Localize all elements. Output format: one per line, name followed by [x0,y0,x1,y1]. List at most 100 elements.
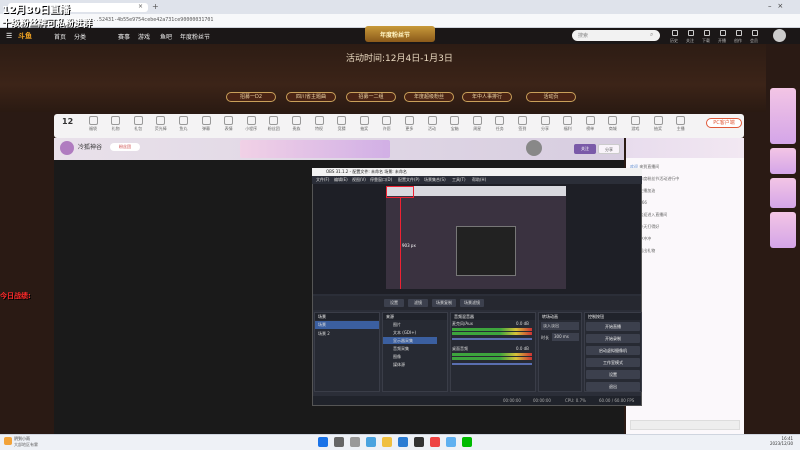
gift-item[interactable]: 许愿 [378,116,396,132]
settings-button[interactable]: 设置 [586,370,640,379]
gift-item[interactable]: 抽奖 [355,116,373,132]
nav-esports[interactable]: 赛事 [118,32,130,41]
obs-menu-dock[interactable]: 停靠窗口(D) [370,177,392,183]
banner-pill-1[interactable]: 招募一D2 [226,92,276,102]
gift-item[interactable]: 礼物 [107,116,125,132]
side-promo-1[interactable] [770,88,796,144]
search-input[interactable]: 搜索 [572,30,660,41]
source-item[interactable]: 音频采集 [383,345,437,352]
gift-item[interactable]: 小程序 [242,116,260,132]
tab-close-icon[interactable]: × [138,3,143,10]
transition-type-select[interactable]: 淡入淡出 [541,322,579,330]
obs-menu-scene-collection[interactable]: 场景集合(S) [424,177,446,183]
store-icon[interactable] [398,437,408,447]
share-button[interactable]: 分享 [598,144,620,154]
start-streaming-button[interactable]: 开始直播 [586,322,640,331]
obs-menu-file[interactable]: 文件(F) [316,177,329,183]
source-item[interactable]: 文本 (GDI+) [383,329,437,336]
gift-item[interactable]: 竞猜 [333,116,351,132]
gift-item[interactable]: 福袋 [84,116,102,132]
chat-input[interactable] [630,420,740,430]
mixer-fader-desktop[interactable] [452,363,532,365]
menu-icon[interactable]: ☰ [6,32,12,40]
gift-item[interactable]: 贵族 [287,116,305,132]
gift-item[interactable]: 商城 [604,116,622,132]
gift-item[interactable]: 宝箱 [446,116,464,132]
banner-pill-2[interactable]: 四川省主题曲 [286,92,336,102]
gift-item[interactable]: 抽奖 [649,116,667,132]
close-window-icon[interactable]: × [777,2,783,10]
transition-duration-input[interactable]: 300 ms [552,333,579,341]
banner-pill-3[interactable]: 招募一二组 [346,92,396,102]
vip-icon[interactable] [750,30,760,38]
gift-item[interactable]: 鱼丸 [174,116,192,132]
url-text[interactable]: ...52431-4b55e9754cebe42a731ce9000003170… [90,17,213,23]
source-item[interactable]: 图片 [383,321,437,328]
obs-scene-filter-button[interactable]: 场景滤镜 [460,299,484,307]
banner-pill-4[interactable]: 年度超级粉丝 [404,92,454,102]
gift-item[interactable]: 表情 [220,116,238,132]
broadcast-icon[interactable] [718,30,728,38]
search-icon[interactable]: ⌕ [650,31,653,39]
scene-item[interactable]: 场景 [315,321,379,329]
history-icon[interactable] [670,30,680,38]
source-item[interactable]: 显示器采集 [383,337,437,344]
new-tab-icon[interactable]: + [152,2,159,11]
pc-client-button[interactable]: PC客户端 [706,118,742,128]
streamer-avatar[interactable] [60,141,74,155]
nav-fan-festival[interactable]: 年度粉丝节 [180,32,210,41]
gift-item[interactable]: 活动 [423,116,441,132]
side-promo-2[interactable] [770,148,796,174]
studio-mode-button[interactable]: 工作室模式 [586,358,640,367]
gift-item[interactable]: 签到 [513,116,531,132]
banner-pill-5[interactable]: 年中人事排行 [462,92,512,102]
start-icon[interactable] [318,437,328,447]
virtual-camera-button[interactable]: 启动虚拟摄像机 [586,346,640,355]
obs-menu-help[interactable]: 帮助(H) [472,177,486,183]
obs-menu-tools[interactable]: 工具(T) [452,177,466,183]
side-promo-3[interactable] [770,178,796,208]
user-avatar[interactable] [773,29,786,42]
scene-item[interactable]: 场景 2 [315,330,379,338]
nav-games[interactable]: 游戏 [138,32,150,41]
gift-item[interactable]: 福利 [559,116,577,132]
gift-item[interactable]: 粉丝团 [265,116,283,132]
gift-item[interactable]: 更多 [400,116,418,132]
follow-button[interactable]: 关注 [574,144,596,154]
edge-icon[interactable] [366,437,376,447]
minimize-icon[interactable]: – [768,2,772,10]
exit-button[interactable]: 退出 [586,382,640,391]
obs-scene-dup-button[interactable]: 场景复制 [432,299,456,307]
chat-app-icon[interactable] [462,437,472,447]
obs-menu-edit[interactable]: 编辑(E) [334,177,348,183]
create-icon[interactable] [734,30,744,38]
obs-settings-button[interactable]: 设置 [384,299,404,307]
source-item[interactable]: 媒体源 [383,361,437,368]
nav-home[interactable]: 首页 [54,32,66,41]
search-taskbar-icon[interactable] [334,437,344,447]
taskbar-clock[interactable]: 16:41 2023/12/30 [770,436,793,446]
site-logo[interactable]: 斗鱼 [18,31,32,41]
obs-filters-button[interactable]: 滤镜 [408,299,428,307]
nav-category[interactable]: 分类 [74,32,86,41]
side-promo-4[interactable] [770,212,796,248]
mixer-fader-mic[interactable] [452,338,532,340]
obs-menu-view[interactable]: 视图(V) [352,177,366,183]
gift-item[interactable]: 游戏 [626,116,644,132]
obs-taskbar-icon[interactable] [414,437,424,447]
download-icon[interactable] [702,30,712,38]
weather-subtext[interactable]: 大部地区有雾 [14,442,38,448]
source-item[interactable]: 图像 [383,353,437,360]
browser-taskbar-icon[interactable] [430,437,440,447]
gift-item[interactable]: 任务 [491,116,509,132]
follow-icon[interactable] [686,30,696,38]
gift-item[interactable]: 荧光棒 [152,116,170,132]
task-view-icon[interactable] [350,437,360,447]
fan-badge[interactable]: 粉丝团 [110,143,140,151]
gift-item[interactable]: 弹幕 [197,116,215,132]
banner-pill-6[interactable]: 活动页 [526,92,576,102]
gift-item[interactable]: 主播 [672,116,690,132]
gift-item[interactable]: 周星 [468,116,486,132]
explorer-icon[interactable] [382,437,392,447]
promo-avatar[interactable] [526,140,542,156]
